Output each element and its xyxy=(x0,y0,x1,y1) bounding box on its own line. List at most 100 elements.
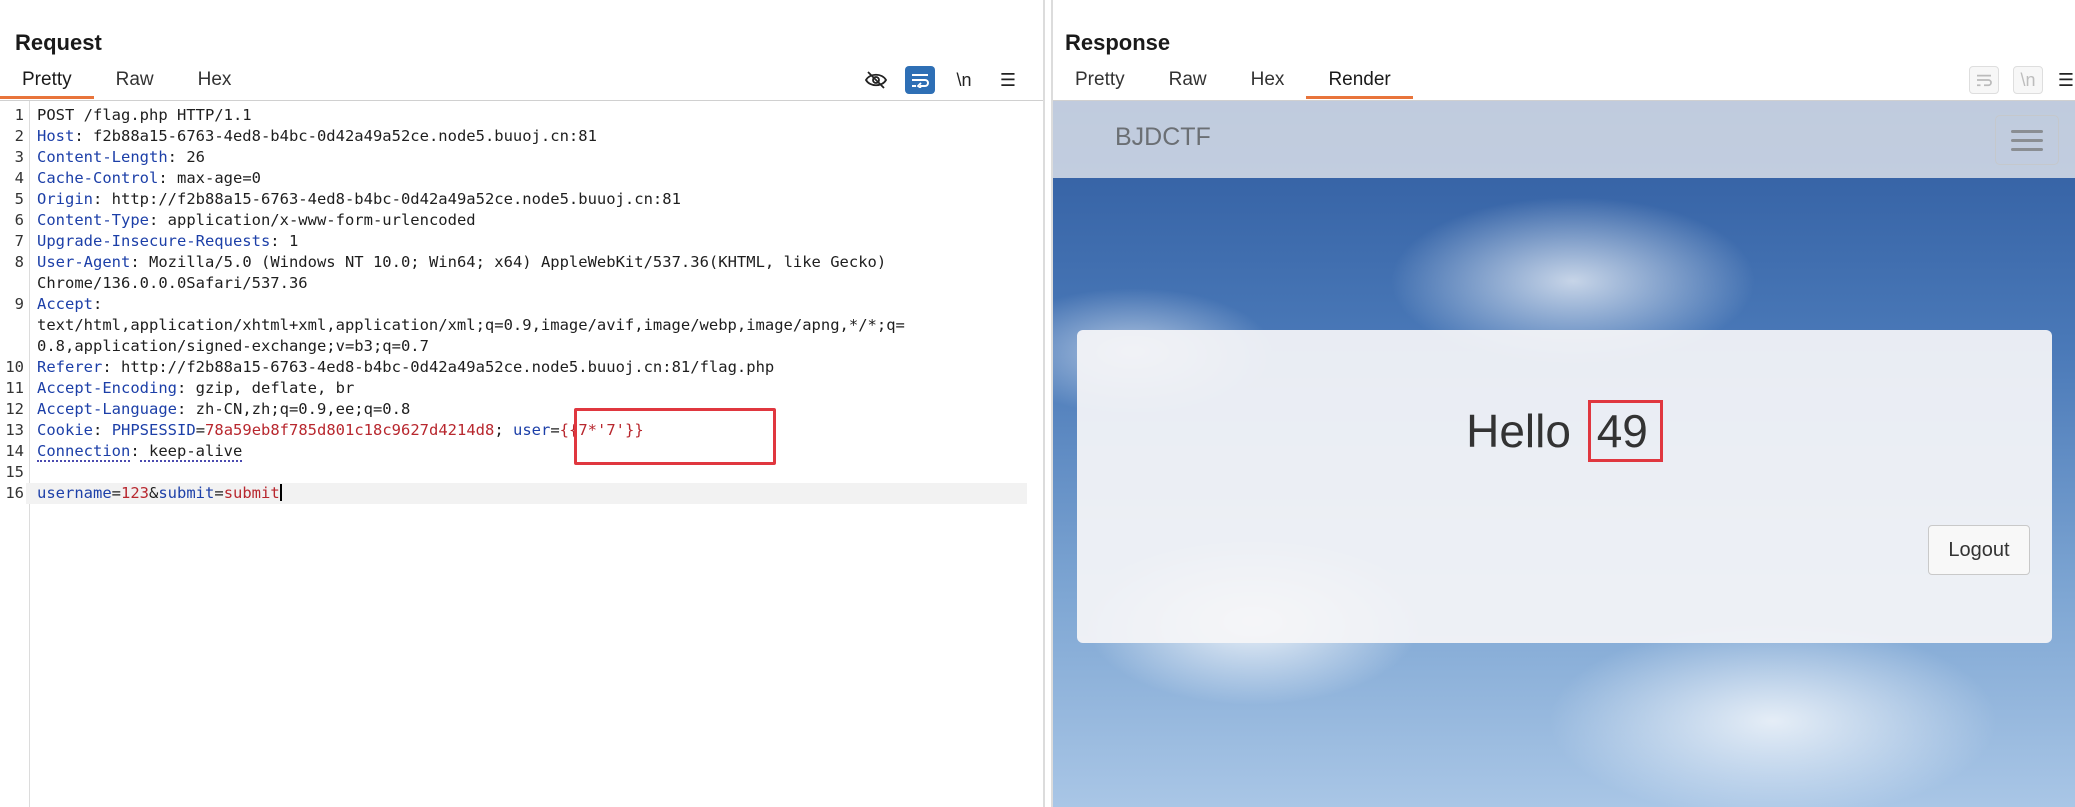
line-text: Host: f2b88a15-6763-4ed8-b4bc-0d42a49a52… xyxy=(37,127,597,145)
line-number xyxy=(0,315,26,336)
cookie-key-user: user xyxy=(513,421,551,439)
response-tab-hex[interactable]: Hex xyxy=(1229,68,1307,102)
site-navbar: BJDCTF xyxy=(1053,101,2075,178)
header-value: http://f2b88a15-6763-4ed8-b4bc-0d42a49a5… xyxy=(111,358,775,376)
param-key: submit xyxy=(158,484,215,502)
pane-splitter[interactable] xyxy=(1043,0,1053,807)
header-name: Connection xyxy=(37,442,131,462)
line-number: 5 xyxy=(14,190,24,208)
code-line: 15 xyxy=(0,462,1027,483)
hamburger-menu-icon[interactable] xyxy=(1995,115,2059,165)
line-number: 15 xyxy=(5,463,24,481)
code-line: 1 POST /flag.php HTTP/1.1 xyxy=(0,105,1027,126)
header-value: 0.8,application/signed-exchange;v=b3;q=0… xyxy=(37,337,429,355)
line-text: Content-Length: 26 xyxy=(37,148,205,166)
line-text: Content-Type: application/x-www-form-url… xyxy=(37,211,476,229)
line-number: 16 xyxy=(5,484,24,502)
response-title: Response xyxy=(1065,30,1171,55)
line-text: 0.8,application/signed-exchange;v=b3;q=0… xyxy=(26,336,429,357)
line-number: 3 xyxy=(14,148,24,166)
line-text: username=123&submit=submit xyxy=(26,483,1027,504)
header-name: Host xyxy=(37,127,75,145)
line-text: text/html,application/xhtml+xml,applicat… xyxy=(26,315,905,336)
header-value: keep-alive xyxy=(139,442,243,462)
code-line: 3 Content-Length: 26 xyxy=(0,147,1027,168)
response-toolbar: \n ☰ xyxy=(1969,66,2075,94)
header-name: Accept-Language xyxy=(37,400,177,418)
header-value: max-age=0 xyxy=(167,169,261,187)
line-number: 4 xyxy=(14,169,24,187)
line-number: 13 xyxy=(5,421,24,439)
text-caret xyxy=(279,484,282,501)
greeting-card: Hello 49 Logout xyxy=(1077,330,2052,643)
newline-toggle[interactable]: \n xyxy=(2013,66,2043,94)
line-number: 10 xyxy=(5,358,24,376)
line-text: Connection: keep-alive xyxy=(37,442,243,462)
header-value: POST /flag.php HTTP/1.1 xyxy=(37,106,252,124)
cookie-value: 78a59eb8f785d801c18c9627d4214d8 xyxy=(205,421,495,439)
word-wrap-icon[interactable] xyxy=(905,66,935,94)
newline-toggle[interactable]: \n xyxy=(949,66,979,94)
line-number: 7 xyxy=(14,232,24,250)
code-line: 7 Upgrade-Insecure-Requests: 1 xyxy=(0,231,1027,252)
header-name: Upgrade-Insecure-Requests xyxy=(37,232,271,250)
request-toolbar: \n ☰ xyxy=(861,66,1023,94)
header-value: Mozilla/5.0 (Windows NT 10.0; Win64; x64… xyxy=(139,253,887,271)
logout-button[interactable]: Logout xyxy=(1928,525,2030,575)
header-value: zh-CN,zh;q=0.9,ee;q=0.8 xyxy=(186,400,411,418)
code-line: Chrome/136.0.0.0Safari/537.36 xyxy=(0,273,1027,294)
header-name: Origin xyxy=(37,190,93,208)
header-name: Cache-Control xyxy=(37,169,159,187)
rendered-page: BJDCTF Hello 49 Logout xyxy=(1053,101,2075,807)
line-number xyxy=(0,273,26,294)
line-text: Accept: xyxy=(37,295,103,313)
word-wrap-icon[interactable] xyxy=(1969,66,1999,94)
cookie-key: PHPSESSID xyxy=(111,421,196,439)
payload-highlight-box xyxy=(574,408,776,465)
code-line: 6 Content-Type: application/x-www-form-ur… xyxy=(0,210,1027,231)
request-panel: Request Pretty Raw Hex \n ☰ 1 POST /flag.… xyxy=(0,0,1043,807)
line-text: Referer: http://f2b88a15-6763-4ed8-b4bc-… xyxy=(37,358,775,376)
line-text: User-Agent: Mozilla/5.0 (Windows NT 10.0… xyxy=(37,253,887,271)
param-value: submit xyxy=(223,484,280,502)
injected-result: 49 xyxy=(1587,400,1663,462)
line-number: 6 xyxy=(14,211,24,229)
request-tab-hex[interactable]: Hex xyxy=(176,68,254,102)
header-name: Accept-Encoding xyxy=(37,379,177,397)
line-text: Accept-Encoding: gzip, deflate, br xyxy=(37,379,355,397)
header-value: 1 xyxy=(279,232,299,250)
request-tab-raw[interactable]: Raw xyxy=(94,68,176,102)
request-tab-pretty[interactable]: Pretty xyxy=(0,68,94,102)
code-line: 9 Accept: xyxy=(0,294,1027,315)
response-tab-raw[interactable]: Raw xyxy=(1147,68,1229,102)
header-value: 26 xyxy=(177,148,205,166)
cookie-separator: ; xyxy=(494,421,513,439)
code-line: 0.8,application/signed-exchange;v=b3;q=0… xyxy=(0,336,1027,357)
code-line: 4 Cache-Control: max-age=0 xyxy=(0,168,1027,189)
eye-slash-icon[interactable] xyxy=(861,66,891,94)
header-value: f2b88a15-6763-4ed8-b4bc-0d42a49a52ce.nod… xyxy=(83,127,597,145)
header-value: gzip, deflate, br xyxy=(186,379,355,397)
header-value: http://f2b88a15-6763-4ed8-b4bc-0d42a49a5… xyxy=(102,190,681,208)
header-value: text/html,application/xhtml+xml,applicat… xyxy=(37,316,905,334)
param-value: 123 xyxy=(121,484,149,502)
line-text: Cookie: PHPSESSID=78a59eb8f785d801c18c96… xyxy=(37,421,644,439)
hello-label: Hello xyxy=(1466,405,1571,457)
menu-icon[interactable]: ☰ xyxy=(993,66,1023,94)
code-line: 13 Cookie: PHPSESSID=78a59eb8f785d801c18c… xyxy=(0,420,1027,441)
response-tabs: Pretty Raw Hex Render xyxy=(1053,68,1414,102)
code-line: 12 Accept-Language: zh-CN,zh;q=0.9,ee;q=0… xyxy=(0,399,1027,420)
line-text: Cache-Control: max-age=0 xyxy=(37,169,261,187)
response-tab-pretty[interactable]: Pretty xyxy=(1053,68,1147,102)
header-value: Chrome/136.0.0.0Safari/537.36 xyxy=(37,274,308,292)
site-brand[interactable]: BJDCTF xyxy=(1115,123,1211,152)
header-name: User-Agent xyxy=(37,253,131,271)
request-editor[interactable]: 1 POST /flag.php HTTP/1.1 2 Host: f2b88a15-… xyxy=(0,101,1043,807)
param-key: username xyxy=(37,484,112,502)
line-number: 9 xyxy=(14,295,24,313)
line-number: 14 xyxy=(5,442,24,460)
code-line: 11 Accept-Encoding: gzip, deflate, br xyxy=(0,378,1027,399)
response-tab-render[interactable]: Render xyxy=(1306,68,1414,102)
code-line: text/html,application/xhtml+xml,applicat… xyxy=(0,315,1027,336)
menu-icon[interactable]: ☰ xyxy=(2057,66,2075,94)
